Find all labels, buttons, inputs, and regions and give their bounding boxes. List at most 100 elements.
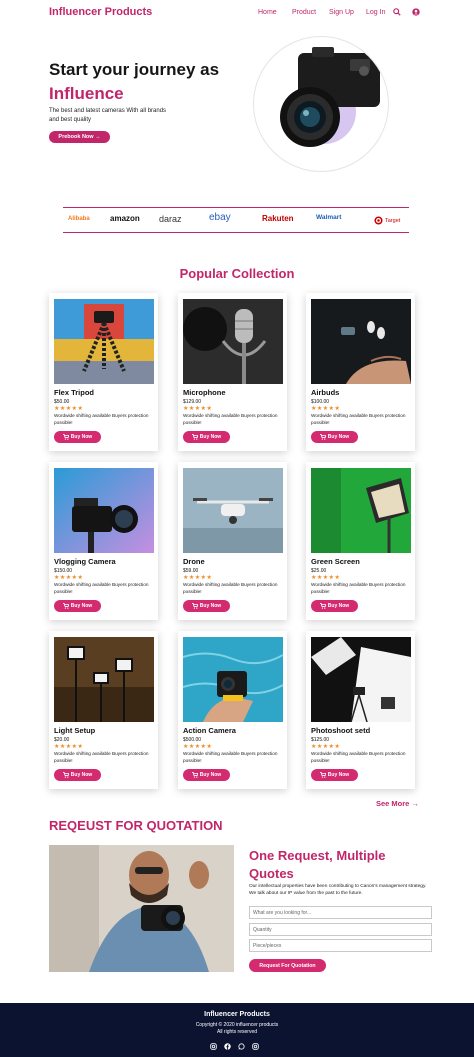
product-card: Action Camera $500.00 ★★★★★ Wordwide shi… — [178, 631, 287, 789]
rating-stars: ★★★★★ — [183, 406, 213, 412]
product-card: Airbuds $100.00 ★★★★★ Wordwide shifting … — [306, 293, 415, 451]
buy-now-button[interactable]: Buy Now — [54, 769, 101, 781]
cart-icon — [62, 603, 69, 609]
product-card: Flex Tripod $50.00 ★★★★★ Wordwide shifti… — [49, 293, 158, 451]
product-image — [311, 299, 411, 384]
product-name: Flex Tripod — [54, 388, 95, 397]
buy-now-label: Buy Now — [70, 772, 93, 778]
brand-alibaba: Alibaba — [68, 216, 90, 222]
cart-icon — [319, 603, 326, 609]
buy-now-button[interactable]: Buy Now — [311, 431, 358, 443]
rating-stars: ★★★★★ — [311, 744, 341, 750]
product-image — [311, 468, 411, 553]
product-description: Wordwide shifting available Buyers prote… — [183, 413, 278, 425]
product-image — [183, 637, 283, 722]
product-description: Wordwide shifting available Buyers prote… — [311, 582, 406, 594]
product-image — [183, 299, 283, 384]
footer-title: Influencer Products — [204, 1011, 270, 1018]
buy-now-label: Buy Now — [199, 434, 222, 440]
rating-stars: ★★★★★ — [311, 575, 341, 581]
cart-icon — [319, 434, 326, 440]
buy-now-label: Buy Now — [70, 434, 93, 440]
brand-logo[interactable]: Influencer Products — [49, 6, 152, 18]
product-description: Wordwide shifting available Buyers prote… — [183, 751, 278, 763]
buy-now-label: Buy Now — [199, 772, 222, 778]
product-name: Light Setup — [54, 726, 96, 735]
rating-stars: ★★★★★ — [54, 744, 84, 750]
product-image — [54, 468, 154, 553]
collection-title: Popular Collection — [179, 266, 295, 281]
brand-amazon: amazon — [110, 214, 140, 223]
cart-icon — [191, 772, 198, 778]
hero-camera-image — [253, 36, 389, 172]
footer-rights: All rights reserved — [216, 1029, 257, 1035]
product-description: Wordwide shifting available Buyers prote… — [54, 582, 149, 594]
product-description: Wordwide shifting available Buyers prote… — [54, 413, 149, 425]
navbar: Influencer Products Home Product Sign Up… — [0, 0, 474, 26]
cart-icon — [62, 434, 69, 440]
product-name: Drone — [183, 557, 205, 566]
nav-item-login[interactable]: Log In — [366, 9, 396, 16]
search-icon[interactable] — [393, 8, 401, 16]
buy-now-button[interactable]: Buy Now — [54, 600, 101, 612]
rating-stars: ★★★★★ — [183, 575, 213, 581]
rating-stars: ★★★★★ — [183, 744, 213, 750]
product-description: Wordwide shifting available Buyers prote… — [183, 582, 278, 594]
product-name: Action Camera — [183, 726, 236, 735]
quantity-input[interactable]: Quantity — [249, 923, 432, 936]
request-quotation-button[interactable]: Request For Quotation — [249, 959, 326, 972]
footer: Influencer Products Copyright © 2020 inf… — [0, 1003, 474, 1057]
quotation-title: REQEUST FOR QUOTATION — [49, 818, 223, 833]
photographer-image — [49, 845, 234, 972]
cart-icon — [191, 434, 198, 440]
quotation-heading: One Request, Multiple Quotes — [249, 848, 386, 881]
brand-ebay: ebay — [209, 212, 231, 223]
buy-now-button[interactable]: Buy Now — [183, 769, 230, 781]
whatsapp-icon[interactable] — [238, 1043, 245, 1050]
brand-strip: Alibaba amazon daraz ebay Rakuten Walmar… — [63, 207, 409, 233]
product-card: Green Screen $25.00 ★★★★★ Wordwide shift… — [306, 462, 415, 620]
product-name: Microphone — [183, 388, 226, 397]
prebook-button[interactable]: Prebook Now → — [49, 131, 110, 143]
product-description: Wordwide shifting available Buyers prote… — [311, 413, 406, 425]
product-card: Microphone $129.00 ★★★★★ Wordwide shifti… — [178, 293, 287, 451]
product-image — [54, 299, 154, 384]
buy-now-label: Buy Now — [327, 434, 350, 440]
buy-now-button[interactable]: Buy Now — [54, 431, 101, 443]
product-image — [183, 468, 283, 553]
facebook-icon[interactable] — [224, 1043, 231, 1050]
unit-input[interactable]: Piece/pieces — [249, 939, 432, 952]
user-icon[interactable] — [412, 8, 420, 16]
see-more-link[interactable]: See More → — [376, 799, 419, 808]
cart-icon — [191, 603, 198, 609]
looking-for-input[interactable]: What are you looking for... — [249, 906, 432, 919]
instagram-icon[interactable] — [210, 1043, 217, 1050]
buy-now-label: Buy Now — [199, 603, 222, 609]
rating-stars: ★★★★★ — [54, 575, 84, 581]
buy-now-button[interactable]: Buy Now — [311, 769, 358, 781]
brand-walmart: Walmart — [316, 214, 342, 221]
product-description: Wordwide shifting available Buyers prote… — [54, 751, 149, 763]
rating-stars: ★★★★★ — [54, 406, 84, 412]
product-card: Light Setup $20.00 ★★★★★ Wordwide shifti… — [49, 631, 158, 789]
buy-now-button[interactable]: Buy Now — [183, 431, 230, 443]
hero-title: Start your journey as — [49, 60, 220, 79]
product-image — [54, 637, 154, 722]
rating-stars: ★★★★★ — [311, 406, 341, 412]
footer-copyright: Copyright © 2020 influencer products — [195, 1022, 279, 1028]
buy-now-button[interactable]: Buy Now — [183, 600, 230, 612]
brand-rakuten: Rakuten — [262, 214, 294, 223]
instagram-icon[interactable] — [252, 1043, 259, 1050]
product-image — [311, 637, 411, 722]
nav-menu: Home Product Sign Up Log In — [258, 9, 396, 16]
nav-item-home[interactable]: Home — [258, 9, 292, 16]
quotation-text: Our intellectual properties have been co… — [249, 884, 427, 896]
brand-target: Target — [385, 218, 401, 224]
nav-item-signup[interactable]: Sign Up — [329, 9, 366, 16]
buy-now-button[interactable]: Buy Now — [311, 600, 358, 612]
hero-subtitle: The best and latest cameras With all bra… — [49, 108, 167, 123]
nav-item-product[interactable]: Product — [292, 9, 329, 16]
buy-now-label: Buy Now — [327, 772, 350, 778]
target-icon — [374, 216, 383, 225]
cart-icon — [62, 772, 69, 778]
